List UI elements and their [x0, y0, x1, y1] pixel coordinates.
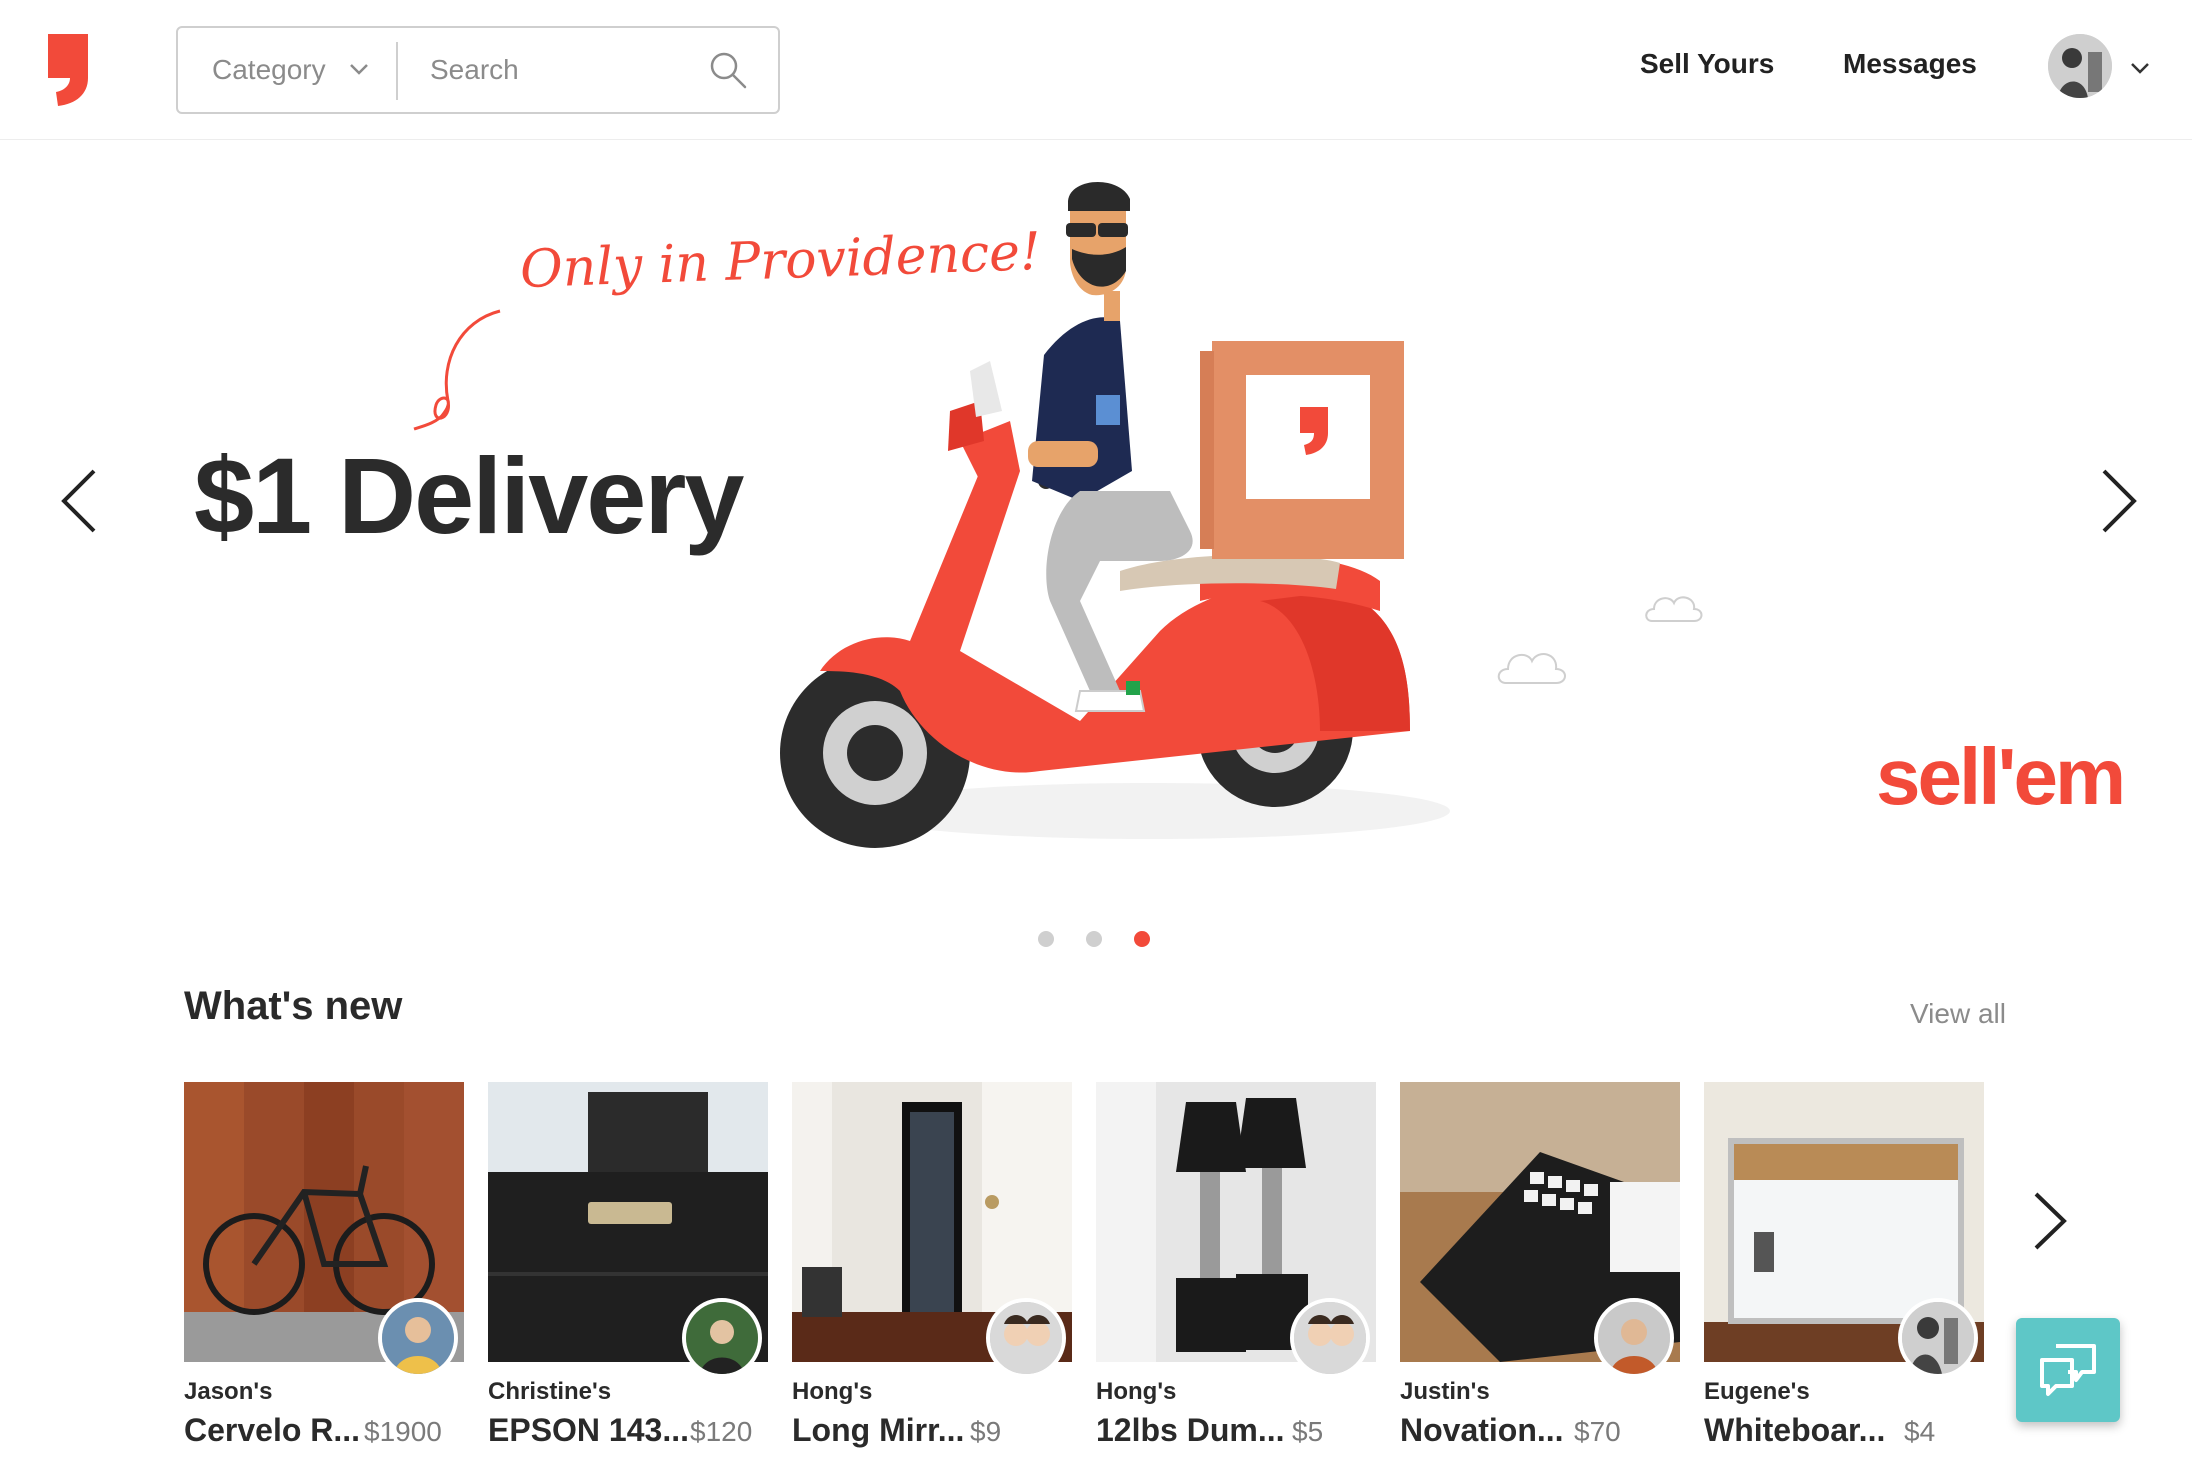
listing-price: $5: [1292, 1416, 1324, 1447]
listing-title: Long Mirr...: [792, 1412, 965, 1448]
chevron-left-icon[interactable]: [50, 461, 110, 541]
seller-name: Hong's: [1096, 1378, 1177, 1405]
listing-title: 12lbs Dum...: [1096, 1412, 1285, 1448]
listing-card[interactable]: Eugene's Whiteboar... $4: [1704, 1082, 1984, 1474]
cloud-icon: [1645, 596, 1703, 622]
seller-name: Jason's: [184, 1378, 273, 1405]
listing-card[interactable]: Hong's Long Mirr... $9: [792, 1082, 1072, 1474]
carousel-dot[interactable]: [1038, 931, 1054, 947]
whats-new-heading: What's new: [184, 984, 403, 1028]
listing-price: $120: [690, 1416, 753, 1447]
listing-price: $1900: [364, 1416, 442, 1447]
carousel-dot-active[interactable]: [1134, 931, 1150, 947]
chevron-down-icon[interactable]: [2128, 58, 2152, 78]
listing-card[interactable]: Hong's 12lbs Dum... $5: [1096, 1082, 1376, 1474]
seller-avatar[interactable]: [986, 1298, 1066, 1378]
listing-title: EPSON 143...: [488, 1412, 688, 1448]
listing-title: Cervelo R...: [184, 1412, 361, 1448]
seller-avatar[interactable]: [1898, 1298, 1978, 1378]
category-label: Category: [212, 54, 326, 85]
search-divider: [396, 42, 398, 100]
seller-avatar[interactable]: [378, 1298, 458, 1378]
seller-name: Eugene's: [1704, 1378, 1810, 1405]
seller-avatar[interactable]: [1290, 1298, 1370, 1378]
carousel-dot[interactable]: [1086, 931, 1102, 947]
comma-logo-icon[interactable]: [44, 28, 96, 108]
seller-name: Justin's: [1400, 1378, 1490, 1405]
view-all-link[interactable]: View all: [1910, 998, 2006, 1030]
search-input[interactable]: [410, 38, 710, 102]
category-dropdown[interactable]: Category: [178, 28, 396, 112]
chevron-right-icon[interactable]: [2024, 1186, 2074, 1256]
top-navigation-bar: Category Sell Yours Messages: [0, 0, 2192, 140]
seller-avatar[interactable]: [1594, 1298, 1674, 1378]
seller-name: Christine's: [488, 1378, 612, 1405]
user-avatar[interactable]: [2048, 34, 2112, 98]
avatar-photo: [2048, 34, 2112, 98]
listing-title: Novation...: [1400, 1412, 1564, 1448]
search-bar: Category: [176, 26, 780, 114]
listing-title: Whiteboar...: [1704, 1412, 1886, 1448]
seller-name: Hong's: [792, 1378, 873, 1405]
listing-card[interactable]: Christine's EPSON 143... $120: [488, 1082, 768, 1474]
listing-card[interactable]: Justin's Novation... $70: [1400, 1082, 1680, 1474]
listing-price: $70: [1574, 1416, 1621, 1447]
chat-bubbles-icon: [2040, 1344, 2096, 1396]
chevron-down-icon: [350, 64, 368, 75]
decorative-arrow-icon: [413, 309, 501, 431]
chevron-right-icon[interactable]: [2088, 461, 2148, 541]
listing-price: $4: [1904, 1416, 1936, 1447]
listing-card[interactable]: Jason's Cervelo R... $1900: [184, 1082, 464, 1474]
carousel-pagination: [1038, 931, 1150, 947]
chat-button[interactable]: [2016, 1318, 2120, 1422]
listing-price: $9: [970, 1416, 1002, 1447]
search-icon[interactable]: [708, 50, 748, 90]
sellem-brand-logo: sell'em: [1876, 732, 2126, 821]
delivery-scooter-illustration: [780, 181, 1450, 848]
seller-avatar[interactable]: [682, 1298, 762, 1378]
sell-yours-link[interactable]: Sell Yours: [1640, 48, 1774, 80]
promo-carousel: Only in Providence! $1 Delivery sell'em: [0, 141, 2192, 981]
cloud-icon: [1497, 653, 1566, 684]
promo-title: $1 Delivery: [194, 435, 744, 556]
messages-link[interactable]: Messages: [1843, 48, 1977, 80]
